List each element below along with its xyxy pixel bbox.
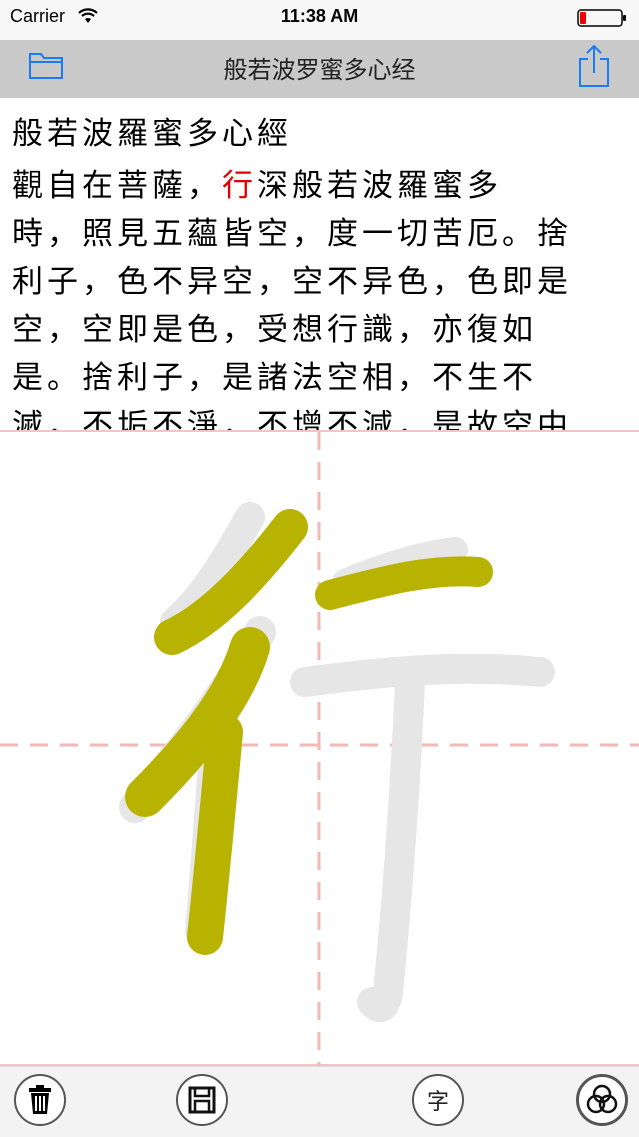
bottom-toolbar: 字	[0, 1066, 639, 1137]
sutra-title: 般若波羅蜜多心經	[12, 116, 292, 152]
share-icon[interactable]	[577, 43, 611, 89]
single-character-label: 字	[426, 1090, 449, 1115]
nav-bar: 般若波罗蜜多心经	[0, 40, 639, 98]
brush-style-button[interactable]	[576, 1074, 628, 1126]
current-char-highlight: 行	[222, 168, 257, 204]
sutra-text-view[interactable]: 般若波羅蜜多心經 觀自在菩薩，行深般若波羅蜜多 時，照見五蘊皆空，度一切苦厄。捨…	[0, 98, 639, 430]
sutra-body: 觀自在菩薩，行深般若波羅蜜多 時，照見五蘊皆空，度一切苦厄。捨 利子，色不异空，…	[12, 162, 572, 430]
battery-icon	[577, 9, 626, 27]
trash-icon	[29, 1085, 51, 1114]
clock: 11:38 AM	[280, 6, 359, 26]
canvas-guide-grid	[0, 432, 639, 1068]
writing-canvas[interactable]	[0, 430, 639, 1068]
save-button[interactable]	[176, 1074, 228, 1126]
single-character-button[interactable]: 字	[412, 1074, 464, 1126]
status-bar: Carrier 11:38 AM	[0, 0, 639, 40]
page-title: 般若波罗蜜多心经	[223, 56, 416, 84]
sutra-line: 利子，色不异空，空不异色，色即是	[12, 264, 572, 300]
triple-circle-icon	[586, 1084, 618, 1114]
clear-button[interactable]	[14, 1074, 66, 1126]
sutra-line: 滅，不垢不淨，不增不減，是故空中	[12, 408, 572, 430]
sutra-line: 時，照見五蘊皆空，度一切苦厄。捨	[12, 216, 572, 252]
sutra-line: 觀自在菩薩，行深般若波羅蜜多	[12, 168, 502, 204]
sutra-line: 是。捨利子，是諸法空相，不生不	[12, 360, 537, 396]
sutra-line: 空，空即是色，受想行識，亦復如	[12, 312, 537, 348]
save-icon	[188, 1086, 216, 1114]
